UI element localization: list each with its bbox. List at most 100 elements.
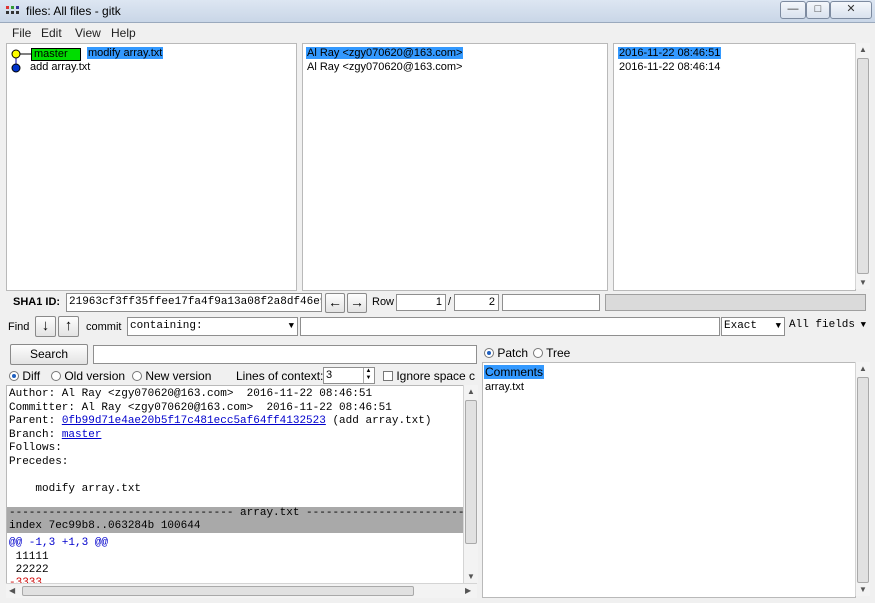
committer-line: Committer: Al Ray <zgy070620@163.com> 20… <box>9 402 392 414</box>
menu-bar: File Edit View Help <box>0 23 875 43</box>
patch-label: Patch <box>497 346 529 360</box>
old-version-label: Old version <box>64 369 126 383</box>
search-button[interactable]: Search <box>10 344 88 365</box>
file-list-pane[interactable]: Comments array.txt <box>482 362 856 598</box>
row-current-field: 1 <box>396 294 446 311</box>
scroll-thumb[interactable] <box>857 58 869 274</box>
diff-radio-label: Diff <box>22 369 41 383</box>
hunk-header: @@ -1,3 +1,3 @@ <box>9 537 109 549</box>
follows-line: Follows: <box>9 442 62 454</box>
chevron-down-icon: ▼ <box>288 321 294 331</box>
menu-file[interactable]: File <box>12 26 31 40</box>
commit-author-pane[interactable]: Al Ray <zgy070620@163.com> Al Ray <zgy07… <box>302 43 608 291</box>
new-version-label: New version <box>145 369 212 383</box>
commit-row[interactable]: add array.txt <box>30 61 90 73</box>
tree-radio[interactable] <box>533 348 543 358</box>
commit-graph-pane[interactable]: master modify array.txt add array.txt <box>6 43 297 291</box>
chevron-down-icon: ▼ <box>860 320 866 330</box>
search-input[interactable] <box>93 345 477 364</box>
file-header-bar: ---------------------------------- array… <box>7 507 465 520</box>
tree-option: Tree <box>533 346 570 360</box>
new-version-radio[interactable] <box>132 371 142 381</box>
back-button[interactable]: ← <box>325 293 345 313</box>
patch-radio[interactable] <box>484 348 494 358</box>
scroll-up-arrow-icon[interactable]: ▲ <box>464 385 478 398</box>
parent-line: Parent: 0fb99d71e4ae20b5f17c481ecc5af64f… <box>9 415 431 428</box>
forward-button[interactable]: → <box>347 293 367 313</box>
parent-label: Parent: <box>9 415 62 427</box>
find-mode-select[interactable]: containing: ▼ <box>127 317 298 336</box>
menu-help[interactable]: Help <box>111 26 136 40</box>
minimize-button[interactable]: — <box>780 1 806 19</box>
branch-line: Branch: master <box>9 429 101 442</box>
precedes-line: Precedes: <box>9 456 69 468</box>
scroll-up-arrow-icon[interactable]: ▲ <box>856 43 870 56</box>
head-commit-node <box>11 49 21 59</box>
commit-date[interactable]: 2016-11-22 08:46:14 <box>619 61 720 73</box>
scroll-thumb[interactable] <box>857 377 869 583</box>
find-match-value: Exact <box>724 320 758 332</box>
window-title: files: All files - gitk <box>26 4 121 18</box>
arrow-up-icon: ↑ <box>64 317 73 334</box>
commit-list-scrollbar[interactable]: ▲ ▼ <box>855 43 870 289</box>
parent-message: (add array.txt) <box>325 415 432 427</box>
context-line: 22222 <box>9 564 49 576</box>
find-input[interactable] <box>300 317 720 336</box>
menu-edit[interactable]: Edit <box>41 26 62 40</box>
old-version-radio[interactable] <box>51 371 61 381</box>
hscroll-thumb[interactable] <box>22 586 414 596</box>
index-line: index 7ec99b8..063284b 100644 <box>7 520 464 533</box>
find-fields-select[interactable]: All fields ▼ <box>787 317 869 336</box>
ignore-space-checkbox[interactable] <box>383 371 393 381</box>
close-button[interactable]: ✕ <box>830 1 872 19</box>
chevron-down-icon: ▼ <box>775 321 781 331</box>
diff-pane[interactable]: Author: Al Ray <zgy070620@163.com> 2016-… <box>6 385 465 585</box>
find-label: Find <box>8 321 30 333</box>
row-total-field: 2 <box>454 294 499 311</box>
find-fields-value: All fields <box>789 319 856 331</box>
scroll-down-arrow-icon[interactable]: ▼ <box>464 570 478 583</box>
gitk-app-icon <box>6 6 20 14</box>
diff-vscrollbar[interactable]: ▲ ▼ <box>463 385 478 583</box>
maximize-button[interactable]: □ <box>806 1 830 19</box>
commit-row-selected[interactable]: modify array.txt <box>87 47 164 59</box>
file-item-array-txt[interactable]: array.txt <box>485 381 524 393</box>
commit-author-selected[interactable]: Al Ray <zgy070620@163.com> <box>306 47 464 59</box>
diff-radio[interactable] <box>9 371 19 381</box>
commit-date-selected[interactable]: 2016-11-22 08:46:51 <box>618 47 722 59</box>
menu-view[interactable]: View <box>75 26 101 40</box>
commit-author[interactable]: Al Ray <zgy070620@163.com> <box>307 61 462 73</box>
status-field <box>502 294 600 311</box>
context-label: Lines of context: <box>236 369 324 383</box>
tree-label: Tree <box>546 346 571 360</box>
ignore-space-option: Ignore space c <box>383 369 475 383</box>
row-label: Row <box>372 296 395 308</box>
old-version-option: Old version <box>51 369 125 383</box>
context-spinbox[interactable]: 3 ▲ ▼ <box>323 367 375 384</box>
find-prev-button[interactable]: ↑ <box>58 316 79 337</box>
minimize-icon: — <box>787 3 799 15</box>
scroll-right-arrow-icon[interactable]: ▶ <box>465 584 471 598</box>
scroll-thumb[interactable] <box>465 400 477 544</box>
diff-mode-options: Diff <box>9 369 40 383</box>
file-list-scrollbar[interactable]: ▲ ▼ <box>855 362 870 596</box>
parent-sha-link[interactable]: 0fb99d71e4ae20b5f17c481ecc5af64ff4132523 <box>62 415 326 427</box>
sha1-field[interactable]: 21963cf3ff35ffee17fa4f9a13a08f2a8df46e97 <box>66 293 322 312</box>
scroll-left-arrow-icon[interactable]: ◀ <box>9 584 15 598</box>
row-separator: / <box>448 296 452 308</box>
spin-arrows-icon[interactable]: ▲ ▼ <box>363 368 373 383</box>
commit-date-pane[interactable]: 2016-11-22 08:46:51 2016-11-22 08:46:14 <box>613 43 856 291</box>
scroll-up-arrow-icon[interactable]: ▲ <box>856 362 870 375</box>
branch-tag-master[interactable]: master <box>31 48 81 61</box>
diff-hscrollbar[interactable]: ◀ ▶ <box>6 583 477 598</box>
find-match-select[interactable]: Exact ▼ <box>721 317 785 336</box>
comments-item[interactable]: Comments <box>484 365 545 379</box>
find-next-button[interactable]: ↓ <box>35 316 56 337</box>
author-line: Author: Al Ray <zgy070620@163.com> 2016-… <box>9 388 373 400</box>
sha1-label: SHA1 ID: <box>13 296 61 308</box>
title-bar: files: All files - gitk — □ ✕ <box>0 0 875 23</box>
branch-link[interactable]: master <box>62 429 102 441</box>
ignore-space-label: Ignore space c <box>396 369 475 383</box>
scroll-down-arrow-icon[interactable]: ▼ <box>856 276 870 289</box>
scroll-down-arrow-icon[interactable]: ▼ <box>856 583 870 596</box>
